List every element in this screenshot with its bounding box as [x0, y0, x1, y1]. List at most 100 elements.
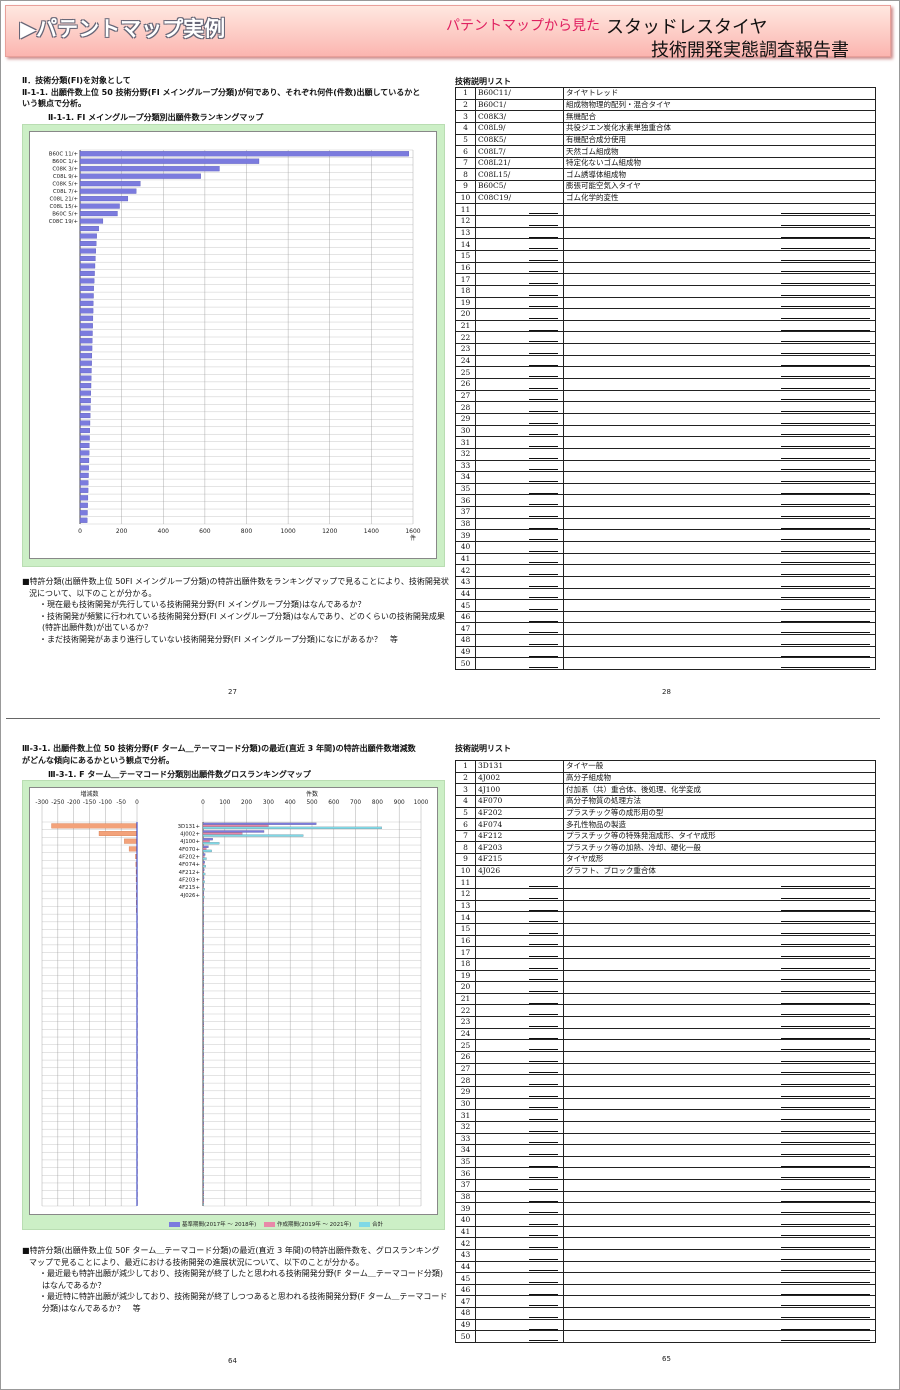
list-number: 9: [455, 180, 476, 193]
list-code: [475, 575, 564, 589]
bar: [79, 450, 90, 456]
series-bar: [202, 1180, 204, 1183]
bar: [79, 368, 92, 374]
series-bar: [202, 999, 204, 1002]
bar: [79, 270, 95, 276]
list-description: [563, 331, 876, 345]
series-bar: [202, 1162, 204, 1165]
category-label: 4F202+: [179, 854, 200, 860]
bar: [79, 472, 89, 478]
series-bar: [202, 1093, 204, 1096]
list-code: [475, 992, 564, 1006]
bar: [79, 435, 90, 441]
list-code: [475, 599, 564, 612]
tech-list-table: 1 3D131 タイヤ一般 2 4J002 高分子組成物 3 4J100 付加系（共）重合体、後…: [455, 760, 876, 1344]
list-number: 38: [455, 517, 476, 531]
list-row: 7 C08L21/特定化ないゴム組成物: [455, 156, 876, 170]
list-row: 36: [455, 494, 876, 508]
tick-label: 400: [285, 800, 296, 806]
series-bar: [202, 972, 204, 975]
list-description: [563, 1144, 876, 1157]
list-description: [563, 1120, 876, 1134]
list-number: 3: [455, 110, 476, 123]
list-row: 23: [455, 343, 876, 356]
series-bar: [202, 1076, 204, 1079]
category-label: 4J026+: [180, 893, 200, 899]
list-number: 18: [455, 284, 476, 298]
tick-label: 200: [241, 800, 252, 806]
list-description: [563, 226, 876, 240]
list-row: 17: [455, 946, 876, 959]
list-number: 48: [455, 634, 476, 647]
list-code: [475, 331, 564, 345]
list-description: [563, 319, 876, 333]
tick-label: -150: [83, 800, 96, 806]
series-bar: [202, 985, 204, 989]
list-code: [475, 1248, 564, 1262]
series-bar: [202, 1034, 204, 1037]
desc-line: ・技術開発が頻繁に行われている技術開発分野(FI メイングループ分類)はなんであ…: [39, 611, 445, 621]
triangle-icon: ▶: [20, 17, 37, 41]
list-description: [563, 389, 876, 403]
list-code: [475, 1295, 564, 1309]
list-number: 34: [455, 471, 476, 484]
list-number: 14: [455, 238, 476, 251]
list-description: タイヤ成形: [563, 853, 876, 866]
bar: [79, 158, 260, 164]
bar: [79, 151, 409, 157]
list-code: C08C19/: [475, 191, 564, 205]
series-bar: [202, 899, 204, 902]
list-code: [475, 1051, 564, 1064]
list-row: 27: [455, 389, 876, 403]
list-code: [475, 922, 564, 936]
series-bar: [202, 895, 205, 899]
list-number: 5: [455, 133, 476, 147]
series-bar: [202, 1157, 204, 1160]
list-description: [563, 412, 876, 426]
series-bar: [202, 840, 210, 843]
list-description: [563, 634, 876, 647]
series-bar: [202, 957, 204, 960]
list-code: [475, 1132, 564, 1146]
list-code: [475, 1016, 564, 1029]
header-banner: ▶パテントマップ実例 パテントマップから見た スタッドレスタイヤ 技術開発実態調…: [5, 5, 891, 61]
desc-line: はなんであるか？: [42, 1280, 106, 1290]
bar: [79, 293, 94, 299]
list-description: [563, 540, 876, 554]
list-code: [475, 436, 564, 449]
list-description: ゴム誘導体組成物: [563, 168, 876, 182]
axis-label: 件: [410, 534, 416, 542]
list-code: [475, 296, 564, 310]
list-description: [563, 599, 876, 612]
list-row: 1 3D131 タイヤ一般: [455, 760, 876, 773]
desc-line: ・現在最も技術開発が先行している技術開発分野(FI メイングループ分類)はなんで…: [39, 600, 366, 610]
series-bar: [202, 1147, 204, 1150]
series-bar: [202, 1175, 204, 1179]
list-row: 38: [455, 517, 876, 531]
list-code: [475, 1260, 564, 1274]
list-row: 19: [455, 296, 876, 310]
category-label: 4F215+: [179, 885, 200, 891]
bar: [79, 308, 94, 314]
chart-plot-area: 0 200 400 600 800 1000 1200 1400 1600 件 B60C 11/+ B…: [29, 131, 437, 559]
list-description: [563, 1248, 876, 1262]
list-row: 41: [455, 1225, 876, 1239]
series-bar: [202, 1101, 204, 1104]
list-code: 3D131: [475, 760, 564, 773]
description-paragraph: ■特許分類(出願件数上位 50F ターム＿テーマコード分類)の最近(直近 3 年…: [22, 1245, 447, 1315]
list-number: 12: [455, 888, 476, 901]
list-row: 8 C08L15/ゴム誘導体組成物: [455, 168, 876, 182]
category-label: B60C 11/+: [49, 151, 78, 157]
series-bar: [202, 884, 204, 887]
list-code: [475, 529, 564, 542]
series-bar: [202, 834, 304, 837]
change-bar: [128, 846, 138, 852]
series-bar: [202, 1083, 204, 1087]
series-bar: [202, 930, 204, 933]
list-number: 43: [455, 575, 476, 589]
bar: [79, 211, 118, 217]
series-bar: [202, 872, 206, 876]
list-number: 3: [455, 783, 476, 796]
list-row: 4 4F070 高分子物質の処理方法: [455, 794, 876, 808]
list-description: [563, 249, 876, 263]
